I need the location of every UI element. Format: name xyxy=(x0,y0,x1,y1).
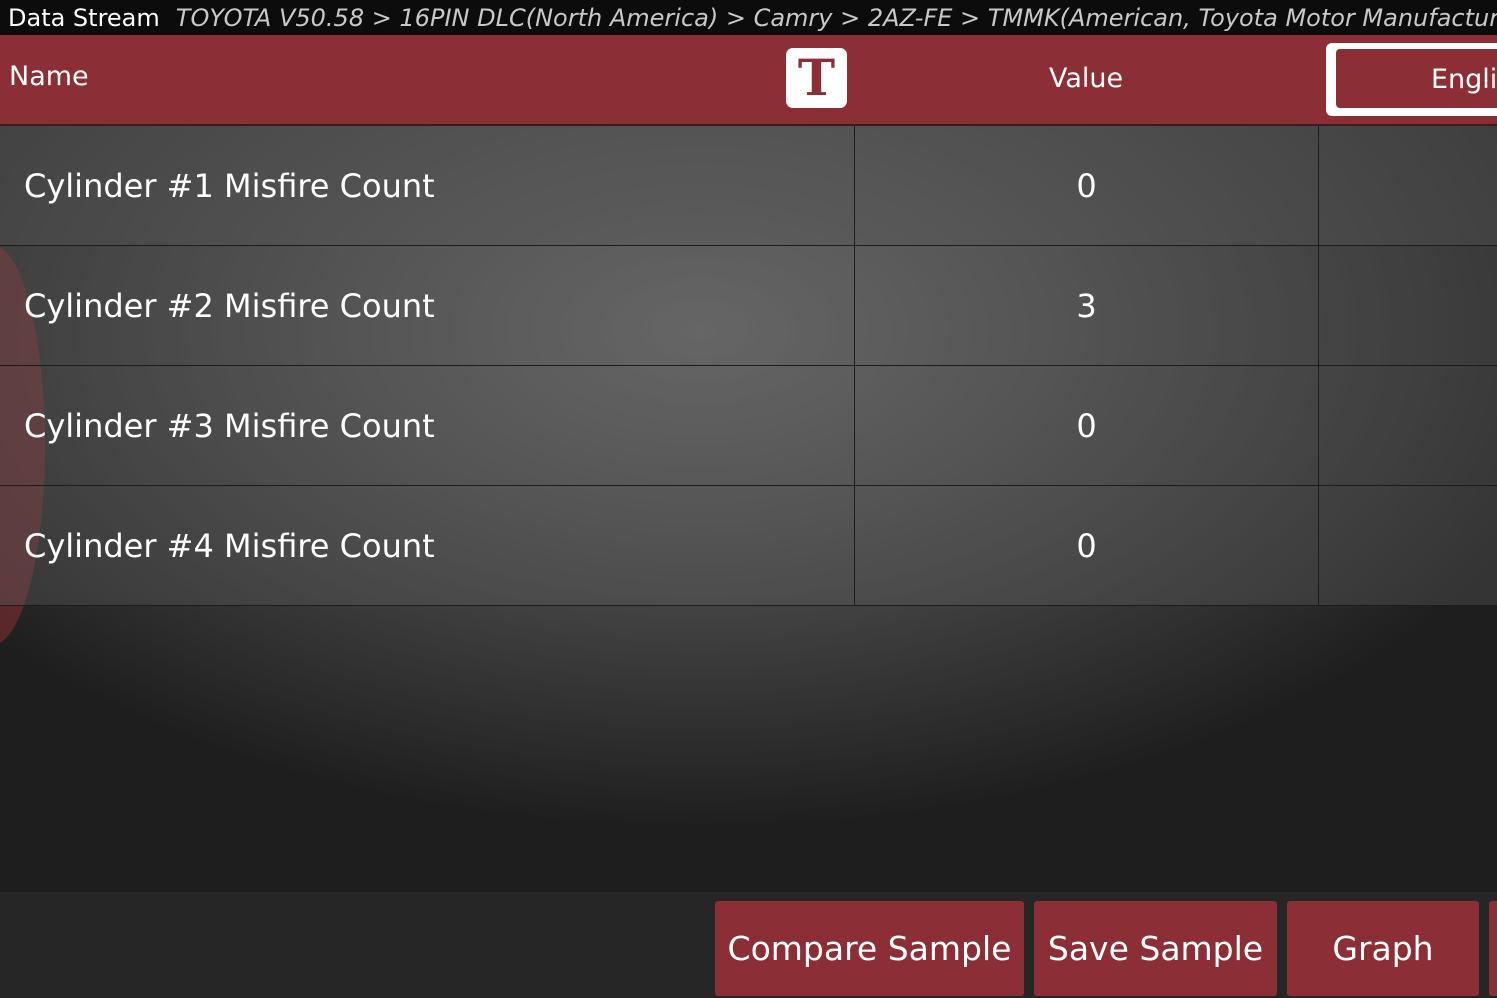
parameter-name: Cylinder #2 Misfire Count xyxy=(24,287,435,325)
parameter-name: Cylinder #3 Misfire Count xyxy=(24,407,435,445)
language-label: Englis xyxy=(1431,64,1497,95)
table-row[interactable]: Cylinder #1 Misfire Count 0 xyxy=(0,126,1497,246)
graph-button[interactable]: Graph xyxy=(1287,901,1479,996)
parameter-name: Cylinder #1 Misfire Count xyxy=(24,167,435,205)
parameter-unit xyxy=(1318,486,1497,606)
table-row[interactable]: Cylinder #3 Misfire Count 0 xyxy=(0,366,1497,486)
name-column-header: Name xyxy=(9,61,89,92)
more-button[interactable] xyxy=(1489,901,1497,996)
parameter-value: 0 xyxy=(854,366,1318,486)
language-selector[interactable]: Englis xyxy=(1336,49,1497,108)
save-sample-button[interactable]: Save Sample xyxy=(1034,901,1277,996)
table-row[interactable]: Cylinder #2 Misfire Count 3 xyxy=(0,246,1497,366)
parameter-value: 3 xyxy=(854,246,1318,366)
parameter-value: 0 xyxy=(854,126,1318,246)
value-column-header: Value xyxy=(1049,63,1124,94)
table-header: Name T Value Englis xyxy=(0,35,1497,126)
breadcrumb: TOYOTA V50.58 > 16PIN DLC(North America)… xyxy=(175,3,1497,32)
parameter-unit xyxy=(1318,126,1497,246)
bottom-toolbar: Compare Sample Save Sample Graph xyxy=(0,892,1497,998)
text-toggle-button[interactable]: T xyxy=(786,48,847,108)
app-title: Data Stream xyxy=(8,3,160,32)
compare-sample-button[interactable]: Compare Sample xyxy=(715,901,1024,996)
t-icon: T xyxy=(797,48,836,107)
table-row[interactable]: Cylinder #4 Misfire Count 0 xyxy=(0,486,1497,606)
data-stream-table: Cylinder #1 Misfire Count 0 Cylinder #2 … xyxy=(0,126,1497,606)
parameter-value: 0 xyxy=(854,486,1318,606)
parameter-unit xyxy=(1318,246,1497,366)
title-bar: Data Stream TOYOTA V50.58 > 16PIN DLC(No… xyxy=(0,0,1497,35)
data-stream-screen: Data Stream TOYOTA V50.58 > 16PIN DLC(No… xyxy=(0,0,1497,998)
parameter-name: Cylinder #4 Misfire Count xyxy=(24,527,435,565)
parameter-unit xyxy=(1318,366,1497,486)
